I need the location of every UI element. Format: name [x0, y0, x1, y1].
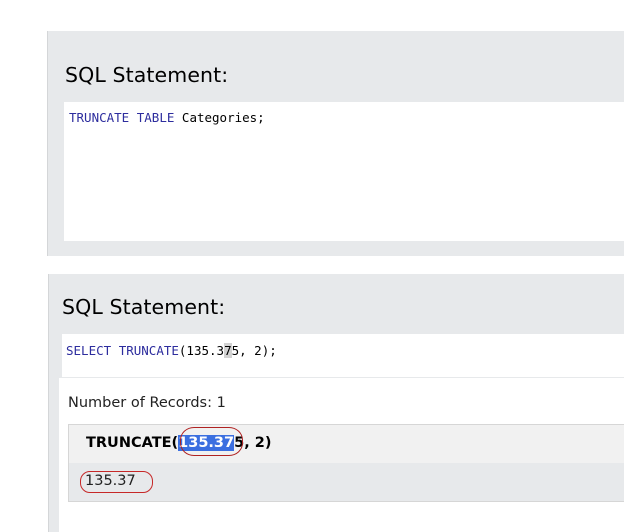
sql-statement-heading: SQL Statement: — [65, 63, 229, 87]
annotation-circle — [80, 471, 153, 493]
sql-code-line: TRUNCATE TABLE Categories; — [69, 110, 265, 125]
sql-function-truncate: TRUNCATE — [118, 343, 179, 358]
sql-statement-panel-1: SQL Statement: TRUNCATE TABLE Categories… — [47, 31, 624, 256]
sql-code-editor[interactable]: SELECT TRUNCATE(135.375, 2); — [62, 334, 624, 377]
sql-code-part: 5, 2); — [231, 343, 277, 358]
sql-statement-panel-2: SQL Statement: SELECT TRUNCATE(135.375, … — [48, 274, 624, 532]
annotation-circle — [180, 427, 243, 456]
sql-code-editor[interactable]: TRUNCATE TABLE Categories; — [64, 102, 624, 241]
sql-keyword-select: SELECT — [66, 343, 112, 358]
sql-keyword-truncate: TRUNCATE — [69, 110, 130, 125]
text-cursor-highlight: 7 — [224, 343, 232, 358]
sql-code-rest: Categories; — [174, 110, 265, 125]
records-count: Number of Records: 1 — [68, 395, 226, 411]
sql-statement-heading: SQL Statement: — [62, 295, 226, 319]
column-header-part: TRUNCATE( — [86, 435, 179, 451]
sql-code-line: SELECT TRUNCATE(135.375, 2); — [66, 343, 277, 358]
sql-keyword-table: TABLE — [136, 110, 175, 125]
result-panel: Number of Records: 1 TRUNCATE(135.375, 2… — [59, 378, 624, 532]
result-table-header: TRUNCATE(135.375, 2) — [68, 424, 624, 464]
sql-code-part: (135.3 — [178, 343, 225, 358]
column-header: TRUNCATE(135.375, 2) — [86, 435, 271, 451]
table-row: 135.37 — [68, 463, 624, 502]
